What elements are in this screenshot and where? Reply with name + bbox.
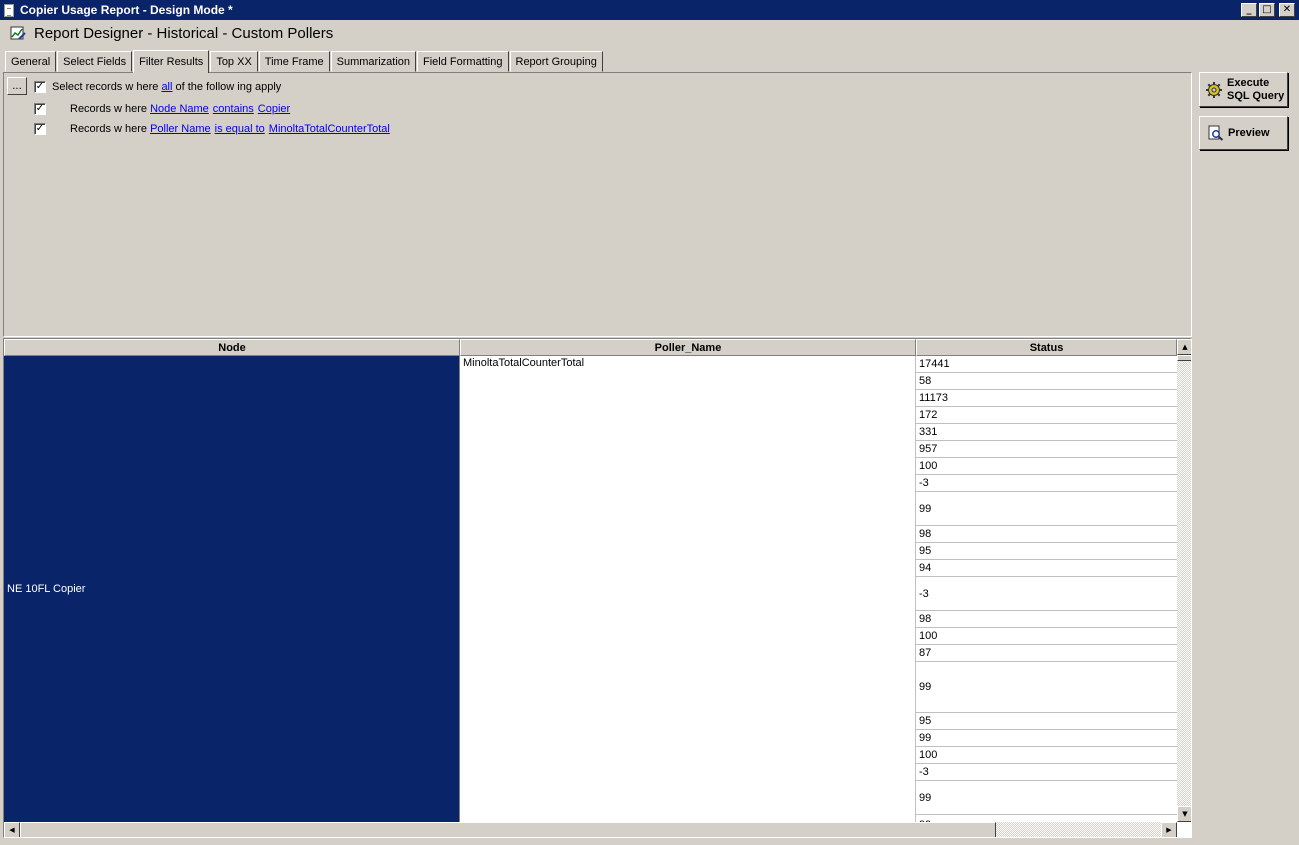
execute-sql-label: Execute SQL Query <box>1227 77 1284 103</box>
rule-1-checkbox[interactable]: ✓ <box>34 103 46 115</box>
poller-name-cell[interactable]: MinoltaTotalCounterTotal <box>460 356 916 822</box>
filter-options-button[interactable]: ... <box>7 77 27 95</box>
status-column: 17441 58 11173 172 331 957 100 -3 99 98 … <box>916 356 1177 822</box>
rule-2-value-link[interactable]: MinoltaTotalCounterTotal <box>269 123 390 135</box>
rule-1-field-link[interactable]: Node Name <box>150 103 209 115</box>
tab-time-frame[interactable]: Time Frame <box>258 51 330 72</box>
filter-rule-2: ✓ Records w here Poller Name is equal to… <box>34 123 390 135</box>
status-row[interactable]: 95 <box>916 713 1177 730</box>
preview-magnifier-icon <box>1208 125 1224 141</box>
close-button[interactable]: ✕ <box>1279 3 1295 17</box>
status-row[interactable]: 99 <box>916 492 1177 526</box>
rule-1-operator-link[interactable]: contains <box>213 103 254 115</box>
tab-field-formatting[interactable]: Field Formatting <box>417 51 509 72</box>
status-row[interactable]: 99 <box>916 730 1177 747</box>
status-row[interactable]: 957 <box>916 441 1177 458</box>
document-icon <box>4 3 14 17</box>
rule-2-operator-link[interactable]: is equal to <box>215 123 265 135</box>
execute-sql-button[interactable]: Execute SQL Query <box>1199 72 1288 107</box>
filter-main-checkbox[interactable]: ✓ <box>34 81 46 93</box>
status-row[interactable]: 172 <box>916 407 1177 424</box>
tab-report-grouping[interactable]: Report Grouping <box>509 51 603 72</box>
status-row[interactable]: -3 <box>916 764 1177 781</box>
rule-1-value-link[interactable]: Copier <box>258 103 290 115</box>
designer-tabs: General Select Fields Filter Results Top… <box>5 50 604 73</box>
scroll-up-button[interactable]: ▲ <box>1177 339 1191 355</box>
node-value: NE 10FL Copier <box>7 583 86 595</box>
column-header-node[interactable]: Node <box>4 339 460 356</box>
filter-main-suffix: of the follow ing apply <box>172 81 282 93</box>
designer-header: Report Designer - Historical - Custom Po… <box>10 22 333 44</box>
execute-label-line1: Execute <box>1227 76 1270 89</box>
poller-name-value: MinoltaTotalCounterTotal <box>463 357 585 369</box>
status-row[interactable]: 100 <box>916 458 1177 475</box>
tab-top-xx[interactable]: Top XX <box>210 51 258 72</box>
status-row[interactable]: 58 <box>916 373 1177 390</box>
status-row[interactable]: 99 <box>916 781 1177 815</box>
vertical-scrollbar[interactable]: ▲ ▼ <box>1177 339 1191 822</box>
page-title: Report Designer - Historical - Custom Po… <box>34 24 334 42</box>
scroll-down-button[interactable]: ▼ <box>1177 806 1191 822</box>
status-row[interactable]: 99 <box>916 815 1177 822</box>
report-chart-icon <box>10 25 26 41</box>
column-header-poller-name[interactable]: Poller_Name <box>460 339 916 356</box>
window-title-bar[interactable]: Copier Usage Report - Design Mode * _ □ … <box>0 0 1299 20</box>
tab-filter-results[interactable]: Filter Results <box>133 50 210 73</box>
status-row[interactable]: 98 <box>916 611 1177 628</box>
filter-main-row: ✓ Select records w here all of the follo… <box>34 81 281 93</box>
filter-panel: ... ✓ Select records w here all of the f… <box>3 72 1192 337</box>
tab-select-fields[interactable]: Select Fields <box>57 51 133 72</box>
status-row[interactable]: 11173 <box>916 390 1177 407</box>
horizontal-scroll-thumb[interactable] <box>20 822 996 837</box>
filter-rule-1: ✓ Records w here Node Name contains Copi… <box>34 103 290 115</box>
status-row[interactable]: 99 <box>916 662 1177 713</box>
gear-icon <box>1205 81 1223 99</box>
status-row[interactable]: 94 <box>916 560 1177 577</box>
status-row[interactable]: 100 <box>916 747 1177 764</box>
horizontal-scrollbar[interactable]: ◀ ▶ <box>4 822 1177 837</box>
status-row[interactable]: 95 <box>916 543 1177 560</box>
vertical-scroll-thumb[interactable] <box>1177 355 1191 361</box>
column-header-status[interactable]: Status <box>916 339 1177 356</box>
filter-all-link[interactable]: all <box>161 81 172 93</box>
rule-2-checkbox[interactable]: ✓ <box>34 123 46 135</box>
rule-2-field-link[interactable]: Poller Name <box>150 123 211 135</box>
results-grid[interactable]: Node Poller_Name Status NE 10FL Copier M… <box>3 338 1192 838</box>
rule-2-prefix: Records w here <box>70 123 151 135</box>
status-row[interactable]: 331 <box>916 424 1177 441</box>
scroll-right-button[interactable]: ▶ <box>1161 822 1177 837</box>
window-title: Copier Usage Report - Design Mode * <box>20 3 233 17</box>
preview-label: Preview <box>1228 127 1270 139</box>
status-row[interactable]: 87 <box>916 645 1177 662</box>
status-row[interactable]: -3 <box>916 475 1177 492</box>
status-row[interactable]: 98 <box>916 526 1177 543</box>
minimize-button[interactable]: _ <box>1241 3 1257 17</box>
status-row[interactable]: 17441 <box>916 356 1177 373</box>
status-row[interactable]: 100 <box>916 628 1177 645</box>
filter-main-prefix: Select records w here <box>52 81 162 93</box>
maximize-button[interactable]: □ <box>1259 3 1275 17</box>
tab-summarization[interactable]: Summarization <box>330 51 417 72</box>
tab-general[interactable]: General <box>5 51 57 72</box>
status-row[interactable]: -3 <box>916 577 1177 611</box>
rule-1-prefix: Records w here <box>70 103 151 115</box>
preview-button[interactable]: Preview <box>1199 116 1288 150</box>
scroll-left-button[interactable]: ◀ <box>4 822 20 837</box>
execute-label-line2: SQL Query <box>1227 89 1285 102</box>
node-cell[interactable]: NE 10FL Copier <box>4 356 460 822</box>
